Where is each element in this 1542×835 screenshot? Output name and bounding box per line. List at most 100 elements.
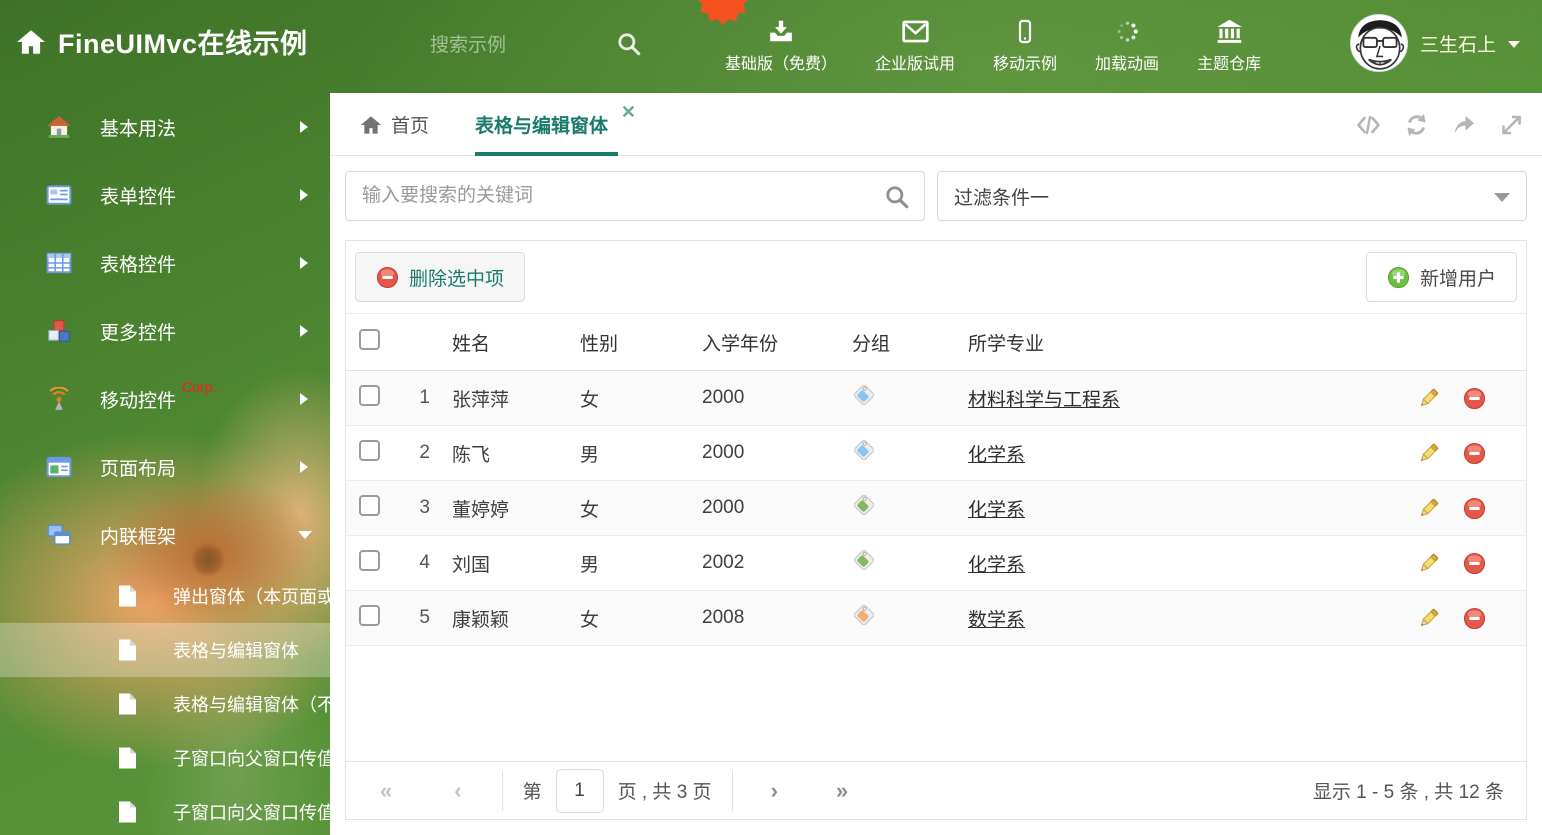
row-checkbox[interactable] <box>359 439 380 461</box>
nav-theme-store[interactable]: 主题仓库 <box>1197 19 1261 74</box>
divider <box>501 770 503 811</box>
major-link[interactable]: 化学系 <box>968 445 1025 466</box>
data-grid: 姓名 性别 入学年份 分组 所学专业 1 张萍萍 女 2000 材料科学与工程系 <box>346 314 1526 646</box>
pagination-bar: « ‹ 第 页 , 共 3 页 › » 显示 1 - 5 条 , 共 12 条 <box>346 761 1526 819</box>
next-page-button[interactable]: › <box>771 778 778 804</box>
sidebar-item-basic-usage[interactable]: 基本用法 <box>0 93 330 161</box>
cell-year: 2000 <box>702 497 745 518</box>
bank-icon <box>1216 19 1242 43</box>
edit-icon[interactable] <box>1416 441 1441 466</box>
row-number: 2 <box>419 442 430 463</box>
delete-row-icon[interactable] <box>1463 552 1486 575</box>
sidebar-subitem-popup-window[interactable]: 弹出窗体（本页面或... <box>0 569 350 623</box>
sidebar-item-page-layout[interactable]: 页面布局 <box>0 433 330 501</box>
delete-row-icon[interactable] <box>1463 442 1486 465</box>
tab-close-icon[interactable]: ✕ <box>621 103 636 121</box>
share-icon[interactable] <box>1451 113 1477 137</box>
nav-label: 加载动画 <box>1095 56 1160 73</box>
sidebar-subitem-label: 弹出窗体（本页面或... <box>173 587 351 607</box>
tag-icon <box>853 439 875 461</box>
cell-name: 刘国 <box>452 554 491 576</box>
add-user-button[interactable]: 新增用户 <box>1365 252 1517 302</box>
sidebar-subitem-child-to-parent[interactable]: 子窗口向父窗口传值 <box>0 731 335 785</box>
record-summary: 显示 1 - 5 条 , 共 12 条 <box>1312 782 1504 803</box>
sidebar-subitem-grid-edit-window[interactable]: 表格与编辑窗体 <box>0 623 330 677</box>
file-icon <box>119 585 136 607</box>
delete-selected-label: 删除选中项 <box>409 268 505 290</box>
row-number: 3 <box>419 497 430 518</box>
nav-enterprise-trial[interactable]: 企业版试用 <box>875 19 955 74</box>
delete-row-icon[interactable] <box>1463 387 1486 410</box>
table-row: 2 陈飞 男 2000 化学系 <box>346 426 1526 481</box>
cell-gender: 女 <box>580 499 600 521</box>
tab-home[interactable]: 首页 <box>360 93 429 156</box>
first-page-button[interactable]: « <box>380 778 392 804</box>
major-link[interactable]: 材料科学与工程系 <box>968 390 1120 411</box>
delete-row-icon[interactable] <box>1463 607 1486 630</box>
search-icon[interactable] <box>884 184 910 210</box>
prev-page-button[interactable]: ‹ <box>454 778 461 804</box>
nav-mobile-demo[interactable]: 移动示例 <box>993 19 1057 74</box>
form-icon <box>46 185 72 205</box>
edit-icon[interactable] <box>1416 551 1441 576</box>
delete-row-icon[interactable] <box>1463 497 1486 520</box>
cell-name: 张萍萍 <box>452 389 510 411</box>
chevron-right-icon <box>300 121 308 133</box>
sidebar: 基本用法 表单控件 表格控件 更多控件 移动控件 Corp. 页面布局 内联框架… <box>0 93 350 835</box>
file-icon <box>119 639 136 661</box>
source-code-icon[interactable] <box>1355 113 1382 137</box>
sidebar-item-label: 更多控件 <box>100 322 177 344</box>
major-link[interactable]: 数学系 <box>968 610 1025 631</box>
sidebar-subitem-label: 表格与编辑窗体（不... <box>173 695 351 715</box>
user-menu[interactable]: 三生石上 <box>1349 14 1520 72</box>
row-checkbox[interactable] <box>359 549 380 571</box>
row-checkbox[interactable] <box>359 494 380 516</box>
major-link[interactable]: 化学系 <box>968 500 1025 521</box>
edit-icon[interactable] <box>1416 606 1441 631</box>
last-page-button[interactable]: » <box>836 778 848 804</box>
free-badge-text: FREE! <box>697 0 749 3</box>
cell-name: 陈飞 <box>452 444 491 466</box>
edit-icon[interactable] <box>1416 496 1441 521</box>
filter-dropdown-value: 过滤条件一 <box>954 187 1050 209</box>
select-all-checkbox[interactable] <box>359 328 380 350</box>
header-search[interactable]: 搜索示例 <box>430 30 642 57</box>
top-nav: FREE! 基础版（免费） 企业版试用 移动示例 加载动画 <box>698 0 1261 93</box>
chevron-down-icon <box>1494 193 1510 202</box>
nav-loading-animation[interactable]: 加载动画 <box>1095 19 1159 74</box>
brand[interactable]: FineUIMvc在线示例 <box>16 22 308 61</box>
tab-active[interactable]: 表格与编辑窗体 ✕ <box>475 93 636 156</box>
nav-label: 企业版试用 <box>875 56 956 73</box>
page-number-input[interactable] <box>555 768 604 813</box>
sidebar-item-iframe[interactable]: 内联框架 <box>0 501 330 569</box>
sidebar-item-grid-controls[interactable]: 表格控件 <box>0 229 330 297</box>
edit-icon[interactable] <box>1416 386 1441 411</box>
nav-basic-free[interactable]: FREE! 基础版（免费） <box>698 0 837 74</box>
page-prefix: 第 <box>522 782 542 803</box>
row-checkbox[interactable] <box>359 604 380 626</box>
file-icon <box>119 801 136 823</box>
layout-icon <box>46 456 72 478</box>
cell-year: 2000 <box>702 387 745 408</box>
sidebar-subitem-grid-edit-window-2[interactable]: 表格与编辑窗体（不... <box>0 677 350 731</box>
sidebar-item-form-controls[interactable]: 表单控件 <box>0 161 330 229</box>
major-link[interactable]: 化学系 <box>968 555 1025 576</box>
expand-icon[interactable] <box>1499 113 1524 137</box>
sidebar-subitem-child-to-parent-2[interactable]: 子窗口向父窗口传值... <box>0 785 350 835</box>
delete-selected-button[interactable]: 删除选中项 <box>355 252 526 302</box>
sidebar-item-mobile-controls[interactable]: 移动控件 Corp. <box>0 365 330 433</box>
search-icon <box>618 32 641 55</box>
row-number: 5 <box>419 607 430 628</box>
corp-badge: Corp. <box>182 379 217 395</box>
cell-year: 2002 <box>702 552 745 573</box>
table-row: 5 康颖颖 女 2008 数学系 <box>346 591 1526 646</box>
filter-dropdown[interactable]: 过滤条件一 <box>937 171 1527 221</box>
sidebar-item-more-controls[interactable]: 更多控件 <box>0 297 330 365</box>
keyword-search-input[interactable] <box>346 172 924 220</box>
frames-icon <box>47 524 71 546</box>
sidebar-subitem-label: 子窗口向父窗口传值 <box>173 749 335 769</box>
table-row: 1 张萍萍 女 2000 材料科学与工程系 <box>346 371 1526 426</box>
nav-label: 移动示例 <box>993 56 1058 73</box>
refresh-icon[interactable] <box>1404 113 1429 137</box>
row-checkbox[interactable] <box>359 384 380 406</box>
